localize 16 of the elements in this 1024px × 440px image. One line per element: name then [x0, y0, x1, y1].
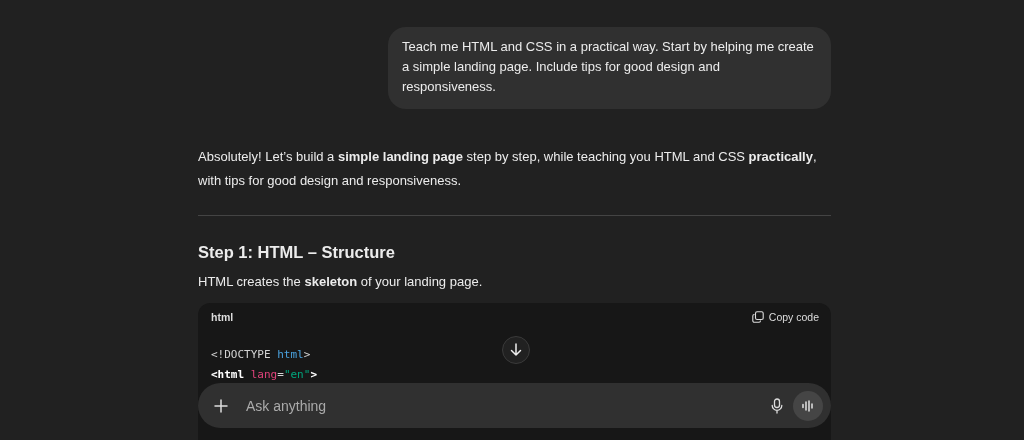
- code-language-label: html: [211, 311, 234, 323]
- copy-code-button[interactable]: Copy code: [751, 311, 819, 323]
- message-input[interactable]: Ask anything: [238, 393, 761, 418]
- copy-icon: [751, 311, 764, 323]
- assistant-paragraph: HTML creates the skeleton of your landing page.: [198, 273, 484, 291]
- sound-wave-icon: [801, 399, 815, 412]
- plus-icon: [214, 398, 228, 413]
- user-message: Teach me HTML and CSS in a practical way. Start by helping me create a simple landing page. Include tips for good design and responsiveness.: [388, 27, 831, 109]
- assistant-paragraph: Absolutely! Let’s build a simple landing page step by step, while teaching you HTML and CSS practically, with tips for good design and responsiveness.: [198, 148, 818, 190]
- arrow-down-icon: [509, 343, 523, 357]
- voice-mode-button[interactable]: [793, 390, 823, 421]
- code-line: <html lang="en">: [211, 367, 317, 383]
- microphone-icon: [771, 397, 783, 414]
- message-composer[interactable]: Ask anything: [198, 383, 831, 428]
- code-line: <!DOCTYPE html>: [211, 347, 311, 363]
- section-heading: Step 1: HTML – Structure: [198, 242, 396, 263]
